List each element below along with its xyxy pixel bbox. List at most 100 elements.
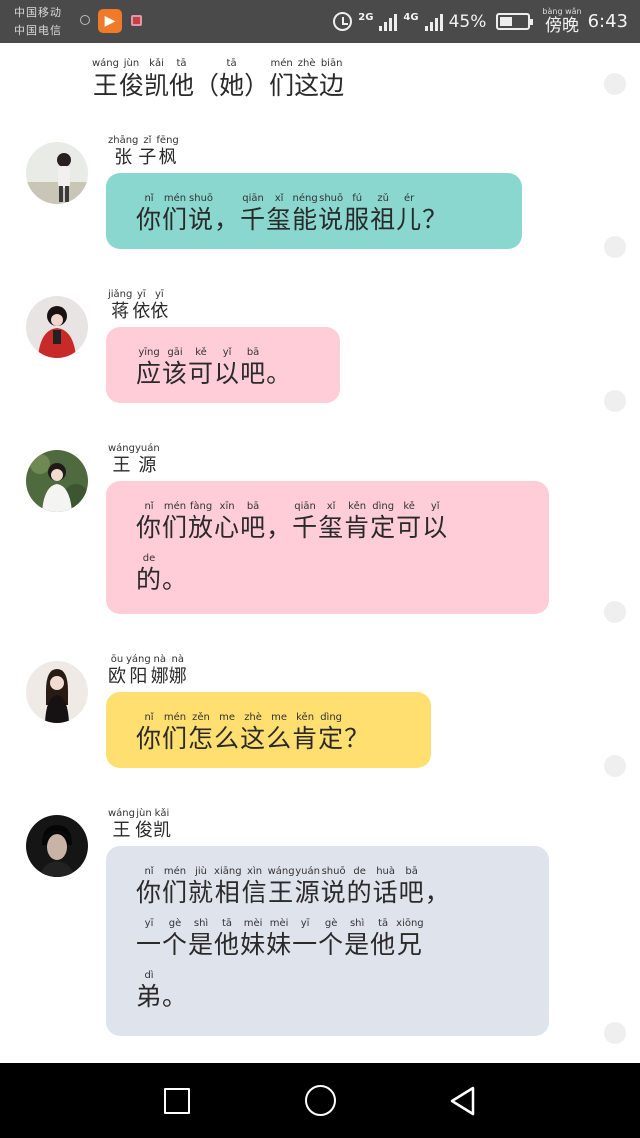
hanzi-text: 他 (214, 930, 241, 959)
hanzi-text: 凯 (153, 820, 171, 841)
message-bubble[interactable]: nǐ 你 mén 们 shuō 说， qiān 千 xǐ 玺 néng 能 shuō 说 fú 服 zǔ 祖 ér 儿… (106, 173, 522, 249)
ruby-word: fēng 枫 (156, 135, 178, 169)
hanzi-text: 一 (292, 930, 319, 959)
pinyin-text: fēng (156, 135, 179, 146)
ruby-word: xìn 信 (242, 866, 268, 908)
scroll-dot-2[interactable] (604, 236, 626, 258)
ruby-word: biān 边 (319, 58, 344, 102)
hanzi-text: 阳 (129, 666, 148, 687)
ruby-word: yī 一 (136, 918, 162, 960)
pinyin-text: mén (163, 193, 187, 204)
scroll-dot-1[interactable] (604, 73, 626, 95)
scroll-dot-6[interactable] (604, 1022, 626, 1044)
pinyin-text: yī (144, 918, 154, 929)
ruby-word: dìng 定 (370, 501, 396, 543)
hanzi-text: 肯 (292, 724, 319, 753)
ruby-word: dì 弟 (136, 970, 162, 1012)
hanzi-text: 他 (169, 71, 195, 100)
message-line: yīng 应 gāi 该 kě 可 yǐ 以 bā 吧。 (136, 347, 312, 389)
pinyin-text: zěn (192, 712, 210, 723)
ruby-word: ？ (344, 712, 370, 754)
avatar-wang-yuan[interactable] (26, 450, 88, 512)
ruby-word: nǐ 你 (136, 866, 162, 908)
scroll-dot-4[interactable] (604, 601, 626, 623)
hanzi-text: 千 (240, 205, 267, 234)
hanzi-text: 蒋 (111, 301, 130, 322)
network-4g-label: 4G (403, 11, 419, 23)
hanzi-text: 娜 (168, 666, 187, 687)
circle-home-icon[interactable] (305, 1085, 336, 1116)
ruby-word: ， (214, 193, 240, 235)
avatar-zhang-zifeng[interactable] (26, 142, 88, 204)
hanzi-text: 凯 (144, 71, 170, 100)
pinyin-text: tā (378, 918, 389, 929)
signal-2-icon (424, 13, 443, 31)
pinyin-text: zhāng (108, 135, 139, 146)
pinyin-text: yīng (138, 347, 160, 358)
hanzi-text: ） (244, 71, 270, 100)
signal-1-icon (379, 13, 398, 31)
pinyin-text: wáng (267, 866, 295, 877)
hanzi-text: 弟 (136, 982, 163, 1011)
ruby-word: me 么 (266, 712, 292, 754)
ruby-word: kě 可 (396, 501, 422, 543)
scroll-dot-5[interactable] (604, 755, 626, 777)
hanzi-text: ？ (344, 724, 371, 753)
pinyin-text: nǐ (144, 193, 154, 204)
message-bubble[interactable]: nǐ 你 mén 们 jiù 就 xiāng 相 xìn 信 wáng 王 yuán 源 shuō 说 de 的 h… (106, 846, 549, 1036)
hanzi-text: 你 (136, 513, 163, 542)
pinyin-text: gāi (167, 347, 183, 358)
pinyin-text: zǔ (377, 193, 389, 204)
ruby-word: wáng 王 (108, 808, 135, 842)
hanzi-text: 话 (372, 878, 399, 907)
ruby-word: ） (244, 58, 269, 102)
message-bubble[interactable]: nǐ 你 mén 们 zěn 怎 me 么 zhè 这 me 么 kěn 肯 dìng 定？ (106, 692, 431, 768)
message-bubble[interactable]: yīng 应 gāi 该 kě 可 yǐ 以 bā 吧。 (106, 327, 340, 403)
pinyin-text: kěn (296, 712, 315, 723)
ruby-word: mén 们 (162, 866, 188, 908)
pinyin-text: zhè (297, 58, 316, 69)
pinyin-text: zhè (244, 712, 262, 723)
hanzi-text: 的 (346, 878, 373, 907)
ruby-word: jiù 就 (188, 866, 214, 908)
hanzi-text: 俊 (135, 820, 153, 841)
pinyin-text: xīn (219, 501, 235, 512)
hanzi-text: 服 (344, 205, 371, 234)
ruby-word: néng 能 (292, 193, 318, 235)
hanzi-text: 。 (162, 982, 189, 1011)
clock: 6:43 (587, 11, 628, 32)
pinyin-text: nǐ (144, 712, 154, 723)
battery-level-fill (500, 17, 513, 26)
avatar-ouyang-nana[interactable] (26, 661, 88, 723)
hanzi-text: 他 (370, 930, 397, 959)
ruby-word: mèi 妹 (240, 918, 266, 960)
pinyin-text: shuō (189, 193, 214, 204)
triangle-back-icon[interactable] (448, 1085, 476, 1117)
ruby-word: ér 儿 (396, 193, 422, 235)
pinyin-text: nǐ (144, 501, 154, 512)
hanzi-text: 张 (114, 147, 133, 168)
avatar-wang-junkai[interactable] (26, 815, 88, 877)
ruby-word: 。 (266, 347, 292, 389)
ruby-word: shuō 说 (318, 193, 344, 235)
hanzi-text: 。 (162, 565, 189, 594)
pinyin-text: yuán (135, 443, 160, 454)
hanzi-text: 边 (319, 71, 345, 100)
message-bubble[interactable]: nǐ 你 mén 们 fàng 放 xīn 心 bā 吧， qiān 千 xǐ 玺 kěn 肯 dìng 定 kě 可… (106, 481, 549, 614)
avatar-jiang-yiyi[interactable] (26, 296, 88, 358)
ruby-word: zhè 这 (294, 58, 319, 102)
ruby-word: tā 他 (214, 918, 240, 960)
chat-heading: wáng 王 jùn 俊 kǎi 凯 tā 他（ tā 她） mén 们 zhè 这 biān 边 (92, 58, 344, 102)
pinyin-text: xìn (247, 866, 263, 877)
hanzi-text: 枫 (158, 147, 177, 168)
square-recents-icon[interactable] (164, 1088, 190, 1114)
pinyin-text: shì (349, 918, 365, 929)
hanzi-text: 的 (136, 565, 163, 594)
hanzi-text: 定 (318, 724, 345, 753)
hanzi-text: 以 (214, 359, 241, 388)
scroll-dot-3[interactable] (604, 390, 626, 412)
ruby-word: 。 (162, 970, 188, 1012)
hanzi-text: ， (266, 513, 293, 542)
ruby-word: tā 他 (370, 918, 396, 960)
ruby-word: shì 是 (188, 918, 214, 960)
